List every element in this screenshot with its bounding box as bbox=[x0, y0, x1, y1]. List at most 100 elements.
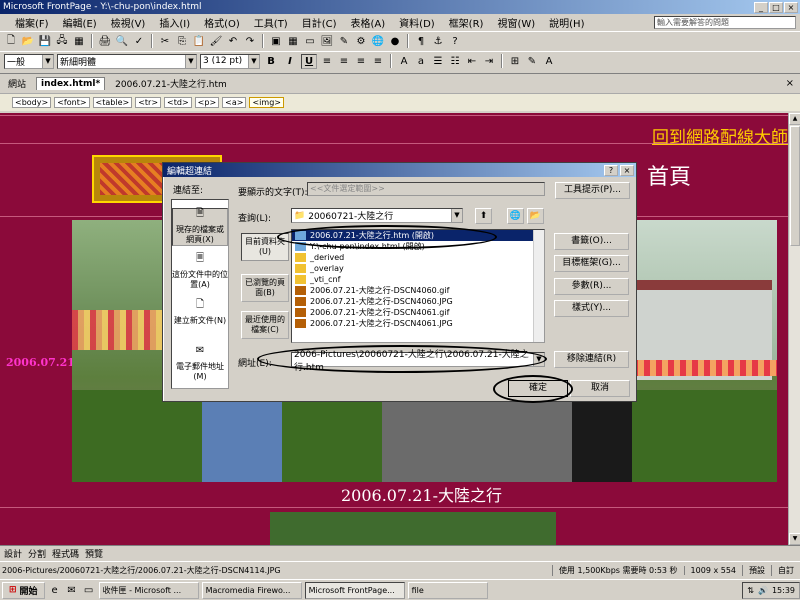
show-all-icon[interactable]: ¶ bbox=[414, 34, 428, 48]
tray-volume-icon[interactable]: 🔊 bbox=[758, 586, 768, 595]
open-icon[interactable]: 📂 bbox=[21, 34, 35, 48]
close-button[interactable]: × bbox=[784, 1, 798, 13]
task-frontpage[interactable]: Microsoft FrontPage... bbox=[304, 581, 405, 599]
copy-icon[interactable]: ⎘ bbox=[175, 34, 189, 48]
linkbar-new-document[interactable]: 🗋 建立新文件(N) bbox=[172, 300, 228, 326]
menu-file[interactable]: 檔案(F) bbox=[8, 15, 56, 30]
size-select[interactable]: 3 (12 pt) ▼ bbox=[200, 53, 260, 69]
new-page-icon[interactable]: 🗋 bbox=[4, 34, 18, 48]
up-folder-icon[interactable]: ⬆ bbox=[475, 208, 492, 224]
bullets-icon[interactable]: ☷ bbox=[448, 54, 462, 68]
menu-help[interactable]: 說明(H) bbox=[542, 15, 591, 30]
help-icon[interactable]: ? bbox=[448, 34, 462, 48]
tag-table[interactable]: <table> bbox=[92, 97, 133, 108]
publish-icon[interactable]: 🖧 bbox=[55, 34, 69, 48]
close-icon[interactable]: × bbox=[786, 78, 794, 89]
ask-question-box[interactable]: 輸入需要解答的問題 bbox=[654, 16, 796, 29]
screentip-button[interactable]: 工具提示(P)... bbox=[555, 182, 630, 199]
bold-button[interactable]: B bbox=[263, 54, 279, 69]
redo-icon[interactable]: ↷ bbox=[243, 34, 257, 48]
tab-trip-page[interactable]: 2006.07.21-大陸之行.htm bbox=[111, 76, 231, 91]
spelling-icon[interactable]: ✓ bbox=[132, 34, 146, 48]
underline-button[interactable]: U bbox=[301, 53, 317, 69]
browse-file-icon[interactable]: 📂 bbox=[527, 208, 544, 224]
insert-picture-icon[interactable]: 🖼 bbox=[320, 34, 334, 48]
second-photo[interactable] bbox=[270, 512, 556, 545]
bookmark-button[interactable]: 書籤(O)... bbox=[554, 233, 629, 250]
increase-font-icon[interactable]: A bbox=[397, 54, 411, 68]
menu-data[interactable]: 資料(D) bbox=[392, 15, 442, 30]
cancel-button[interactable]: 取消 bbox=[570, 380, 630, 397]
minimize-button[interactable]: _ bbox=[754, 1, 768, 13]
insert-table-icon[interactable]: ▦ bbox=[286, 34, 300, 48]
web-component-icon[interactable]: ⚙ bbox=[354, 34, 368, 48]
save-icon[interactable]: 💾 bbox=[38, 34, 52, 48]
tab-website[interactable]: 網站 bbox=[4, 76, 30, 91]
menu-format[interactable]: 格式(O) bbox=[197, 15, 247, 30]
numbering-icon[interactable]: ☰ bbox=[431, 54, 445, 68]
tag-td[interactable]: <td> bbox=[164, 97, 192, 108]
menu-window[interactable]: 視窗(W) bbox=[490, 15, 542, 30]
quick-launch-desktop-icon[interactable]: ▭ bbox=[82, 583, 96, 597]
file-list-scrollbar[interactable] bbox=[533, 230, 544, 342]
italic-button[interactable]: I bbox=[282, 54, 298, 69]
decrease-font-icon[interactable]: a bbox=[414, 54, 428, 68]
dialog-help-button[interactable]: ? bbox=[604, 164, 618, 176]
toggle-pane-icon[interactable]: ▦ bbox=[72, 34, 86, 48]
menu-tools[interactable]: 工具(T) bbox=[247, 15, 295, 30]
print-icon[interactable]: 🖨 bbox=[98, 34, 112, 48]
scroll-down-icon[interactable]: ▼ bbox=[789, 533, 800, 545]
menu-frames[interactable]: 框架(R) bbox=[442, 15, 491, 30]
style-select[interactable]: 一般 ▼ bbox=[4, 53, 54, 69]
align-right-icon[interactable]: ≡ bbox=[354, 54, 368, 68]
linkbar-email-address[interactable]: ✉ 電子郵件地址(M) bbox=[172, 346, 228, 382]
scroll-thumb[interactable] bbox=[790, 126, 800, 246]
tag-p[interactable]: <p> bbox=[194, 97, 220, 108]
list-item[interactable]: 2006.07.21-大陸之行-DSCN4060.JPG bbox=[292, 296, 544, 307]
nav-browsed-pages[interactable]: 已瀏覽的頁面(B) bbox=[241, 274, 289, 302]
view-split-tab[interactable]: 分割 bbox=[28, 547, 46, 560]
menu-design[interactable]: 目計(C) bbox=[295, 15, 344, 30]
list-item[interactable]: 2006.07.21-大陸之行-DSCN4060.gif bbox=[292, 285, 544, 296]
outdent-icon[interactable]: ⇤ bbox=[465, 54, 479, 68]
target-frame-button[interactable]: 目標框架(G)... bbox=[554, 255, 629, 272]
justify-icon[interactable]: ≡ bbox=[371, 54, 385, 68]
list-item[interactable]: _derived bbox=[292, 252, 544, 263]
nav-recent-files[interactable]: 最近使用的檔案(C) bbox=[241, 311, 289, 339]
list-item[interactable]: 2006.07.21-大陸之行-DSCN4061.JPG bbox=[292, 318, 544, 329]
list-item[interactable]: _vti_cnf bbox=[292, 274, 544, 285]
look-in-select[interactable]: 📁 20060721-大陸之行 ▼ bbox=[291, 208, 463, 223]
menu-table[interactable]: 表格(A) bbox=[344, 15, 393, 30]
align-center-icon[interactable]: ≡ bbox=[337, 54, 351, 68]
task-file[interactable]: file bbox=[407, 581, 488, 599]
view-preview-tab[interactable]: 預覽 bbox=[85, 547, 103, 560]
view-code-tab[interactable]: 程式碼 bbox=[52, 547, 79, 560]
anchor-icon[interactable]: ⚓ bbox=[431, 34, 445, 48]
task-inbox[interactable]: 收件匣 - Microsoft ... bbox=[98, 581, 199, 599]
refresh-icon[interactable]: ● bbox=[388, 34, 402, 48]
tag-font[interactable]: <font> bbox=[54, 97, 90, 108]
insert-component-icon[interactable]: ▣ bbox=[269, 34, 283, 48]
dialog-close-button[interactable]: × bbox=[620, 164, 634, 176]
menu-view[interactable]: 檢視(V) bbox=[104, 15, 153, 30]
browse-web-icon[interactable]: 🌐 bbox=[507, 208, 524, 224]
back-to-home-link[interactable]: 回到網路配線大師 bbox=[652, 123, 788, 148]
parameters-button[interactable]: 參數(R)... bbox=[554, 278, 629, 295]
tag-body[interactable]: <body> bbox=[12, 97, 52, 108]
format-painter-icon[interactable]: 🖌 bbox=[209, 34, 223, 48]
scroll-up-icon[interactable]: ▲ bbox=[789, 113, 800, 125]
undo-icon[interactable]: ↶ bbox=[226, 34, 240, 48]
view-design-tab[interactable]: 設計 bbox=[4, 547, 22, 560]
quick-launch-outlook-icon[interactable]: ✉ bbox=[65, 583, 79, 597]
insert-layer-icon[interactable]: ▭ bbox=[303, 34, 317, 48]
start-button[interactable]: ⊞ 開始 bbox=[2, 581, 45, 599]
paste-icon[interactable]: 📋 bbox=[192, 34, 206, 48]
tab-index-html[interactable]: index.html* bbox=[36, 77, 106, 90]
tray-network-icon[interactable]: ⇅ bbox=[747, 586, 754, 595]
linkbar-existing-file[interactable]: 🗎 現存的檔案或網頁(X) bbox=[172, 208, 228, 246]
cut-icon[interactable]: ✂ bbox=[158, 34, 172, 48]
menu-insert[interactable]: 插入(I) bbox=[152, 15, 197, 30]
task-fireworks[interactable]: Macromedia Firewo... bbox=[201, 581, 302, 599]
indent-icon[interactable]: ⇥ bbox=[482, 54, 496, 68]
tag-img[interactable]: <img> bbox=[249, 97, 284, 108]
